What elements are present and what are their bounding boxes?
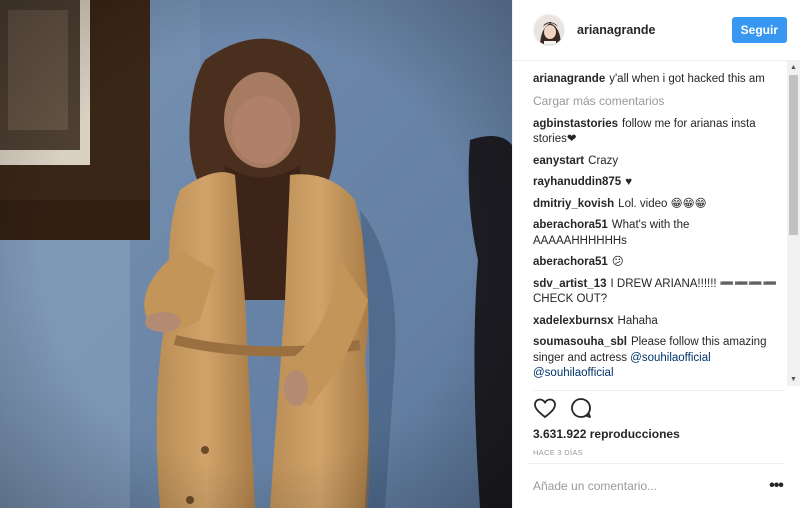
caption-text: y'all when i got hacked this am — [609, 73, 765, 85]
more-options-icon[interactable]: ••• — [768, 477, 784, 495]
video-frame — [0, 0, 512, 508]
add-comment-bar: ••• — [529, 463, 784, 508]
post-side-panel: arianagrande Seguir arianagrande y'all wh… — [512, 0, 800, 508]
comment-item: xadelexburnsx Hahaha — [533, 314, 788, 330]
comment-item: eanystart Crazy — [533, 154, 788, 170]
comment-item: soumasouha_sbl Please follow this amazing… — [533, 335, 788, 382]
post-header: arianagrande Seguir — [513, 0, 800, 61]
caption-username[interactable]: arianagrande — [533, 73, 605, 85]
follow-button[interactable]: Seguir — [731, 17, 787, 43]
comment-text: ♥ — [625, 176, 633, 188]
instagram-post: arianagrande Seguir arianagrande y'all wh… — [0, 0, 800, 508]
comment-item: agbinstastories follow me for arianas ins… — [533, 117, 788, 148]
comment-text: Lol. video 😁😁😁 — [618, 197, 707, 210]
comment-username[interactable]: dmitriy_kovish — [533, 198, 614, 210]
comment-username[interactable]: eanystart — [533, 155, 584, 167]
comment-bubble-icon[interactable] — [569, 396, 593, 420]
avatar[interactable] — [533, 14, 565, 46]
comments-scrollbar[interactable]: ▲ ▼ — [787, 61, 800, 386]
comment-item: rayhanuddin875 ♥ — [533, 175, 788, 191]
load-more-comments[interactable]: Cargar más comentarios — [533, 94, 788, 108]
comment-input[interactable] — [529, 479, 768, 493]
post-timestamp[interactable]: HACE 3 DÍAS — [533, 448, 583, 457]
comment-item: aberachora51 What's with the AAAAAHHHHHHs — [533, 218, 788, 249]
comment-username[interactable]: rayhanuddin875 — [533, 176, 621, 188]
post-actions — [533, 390, 784, 424]
comment-item: sdv_artist_13 I DREW ARIANA!!!!!! ➖➖➖➖ CH… — [533, 277, 788, 308]
post-video[interactable] — [0, 0, 512, 508]
scroll-up-arrow-icon[interactable]: ▲ — [787, 61, 800, 74]
comment-username[interactable]: aberachora51 — [533, 219, 608, 231]
comment-item: dmitriy_kovish Lol. video 😁😁😁 — [533, 197, 788, 213]
comment-username[interactable]: agbinstastories — [533, 118, 618, 130]
comment-username[interactable]: xadelexburnsx — [533, 315, 614, 327]
comment-item: aberachora51 😕 — [533, 255, 788, 271]
comment-username[interactable]: soumasouha_sbl — [533, 336, 627, 348]
comment-text: 😕 — [611, 256, 624, 268]
heart-icon[interactable] — [533, 396, 557, 420]
caption: arianagrande y'all when i got hacked this… — [533, 72, 788, 88]
avatar-image — [534, 15, 564, 45]
comment-username[interactable]: sdv_artist_13 — [533, 278, 607, 290]
scroll-thumb[interactable] — [789, 75, 798, 235]
scroll-down-arrow-icon[interactable]: ▼ — [787, 373, 800, 386]
comments-list[interactable]: arianagrande y'all when i got hacked this… — [513, 61, 788, 386]
comment-text: Crazy — [588, 154, 619, 167]
comment-text: Hahaha — [617, 314, 658, 327]
comment-username[interactable]: aberachora51 — [533, 256, 608, 268]
post-author-username[interactable]: arianagrande — [577, 23, 732, 37]
view-count[interactable]: 3.631.922 reproducciones — [533, 427, 680, 441]
